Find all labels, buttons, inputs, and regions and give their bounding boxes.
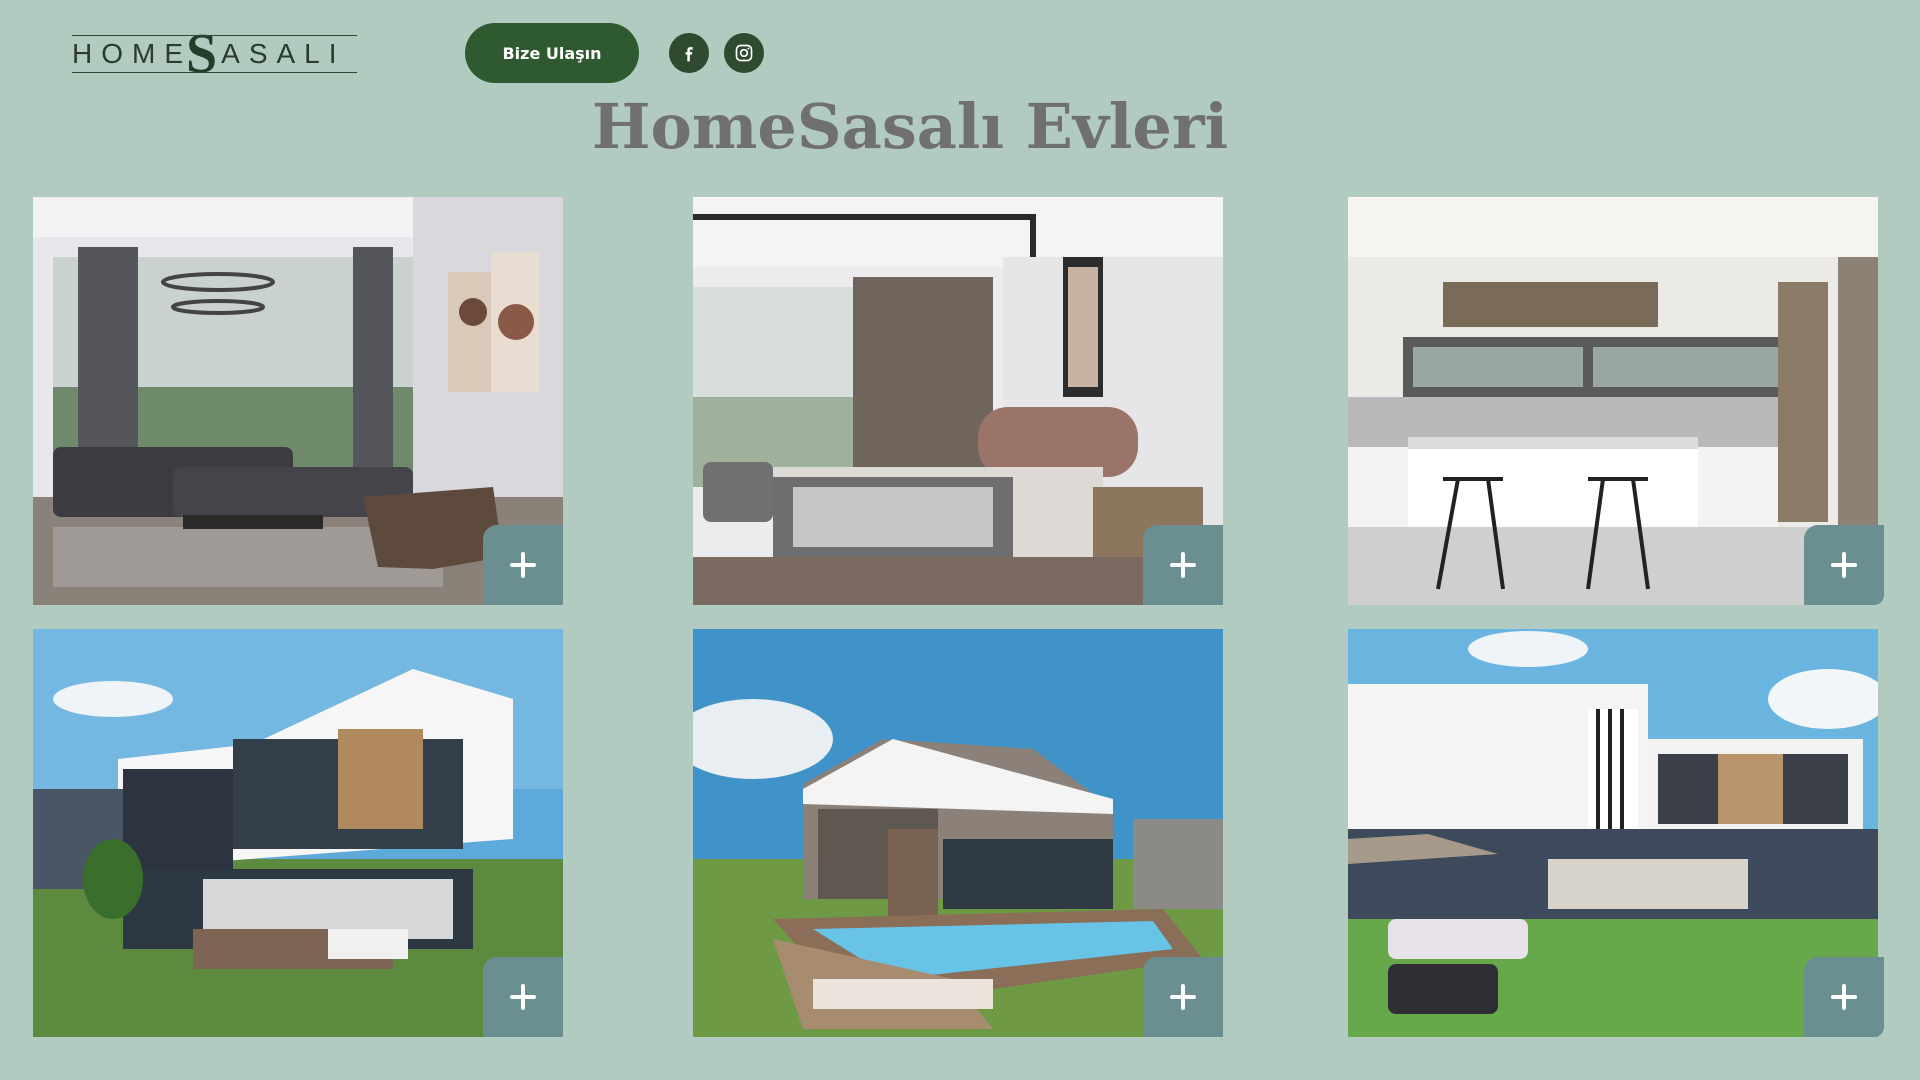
facebook-link[interactable] (669, 33, 709, 73)
expand-button[interactable] (1804, 957, 1884, 1037)
villa-garden-image-frame (1348, 629, 1878, 1037)
logo-text-left: HOME (72, 38, 192, 69)
gallery-card-bedroom[interactable] (693, 197, 1223, 605)
logo-text-right: ASALI (221, 38, 346, 69)
plus-icon (1831, 552, 1857, 578)
gallery-card-kitchen[interactable] (1348, 197, 1884, 605)
brand-logo[interactable]: HOME S ASALI (72, 26, 357, 82)
instagram-icon (735, 44, 753, 62)
instagram-link[interactable] (724, 33, 764, 73)
kitchen-image-frame (1348, 197, 1878, 605)
facebook-icon (685, 47, 693, 62)
expand-button[interactable] (1804, 525, 1884, 605)
gallery-card-villa-front[interactable] (33, 629, 563, 1037)
plus-icon (1170, 984, 1196, 1010)
kitchen-image (1348, 197, 1878, 605)
expand-button[interactable] (1143, 525, 1223, 605)
expand-button[interactable] (483, 525, 563, 605)
plus-icon (1831, 984, 1857, 1010)
plus-icon (510, 552, 536, 578)
expand-button[interactable] (483, 957, 563, 1037)
gallery-card-living-room[interactable] (33, 197, 563, 605)
logo-rule-top (72, 35, 357, 36)
plus-icon (510, 984, 536, 1010)
expand-button[interactable] (1143, 957, 1223, 1037)
page-title: HomeSasalı Evleri (591, 90, 1229, 163)
gallery-card-villa-garden[interactable] (1348, 629, 1884, 1037)
plus-icon (1170, 552, 1196, 578)
villa-garden-image (1348, 629, 1878, 1037)
gallery-card-villa-pool[interactable] (693, 629, 1223, 1037)
logo-rule-bottom (72, 72, 357, 73)
contact-button[interactable]: Bize Ulaşın (465, 23, 639, 83)
